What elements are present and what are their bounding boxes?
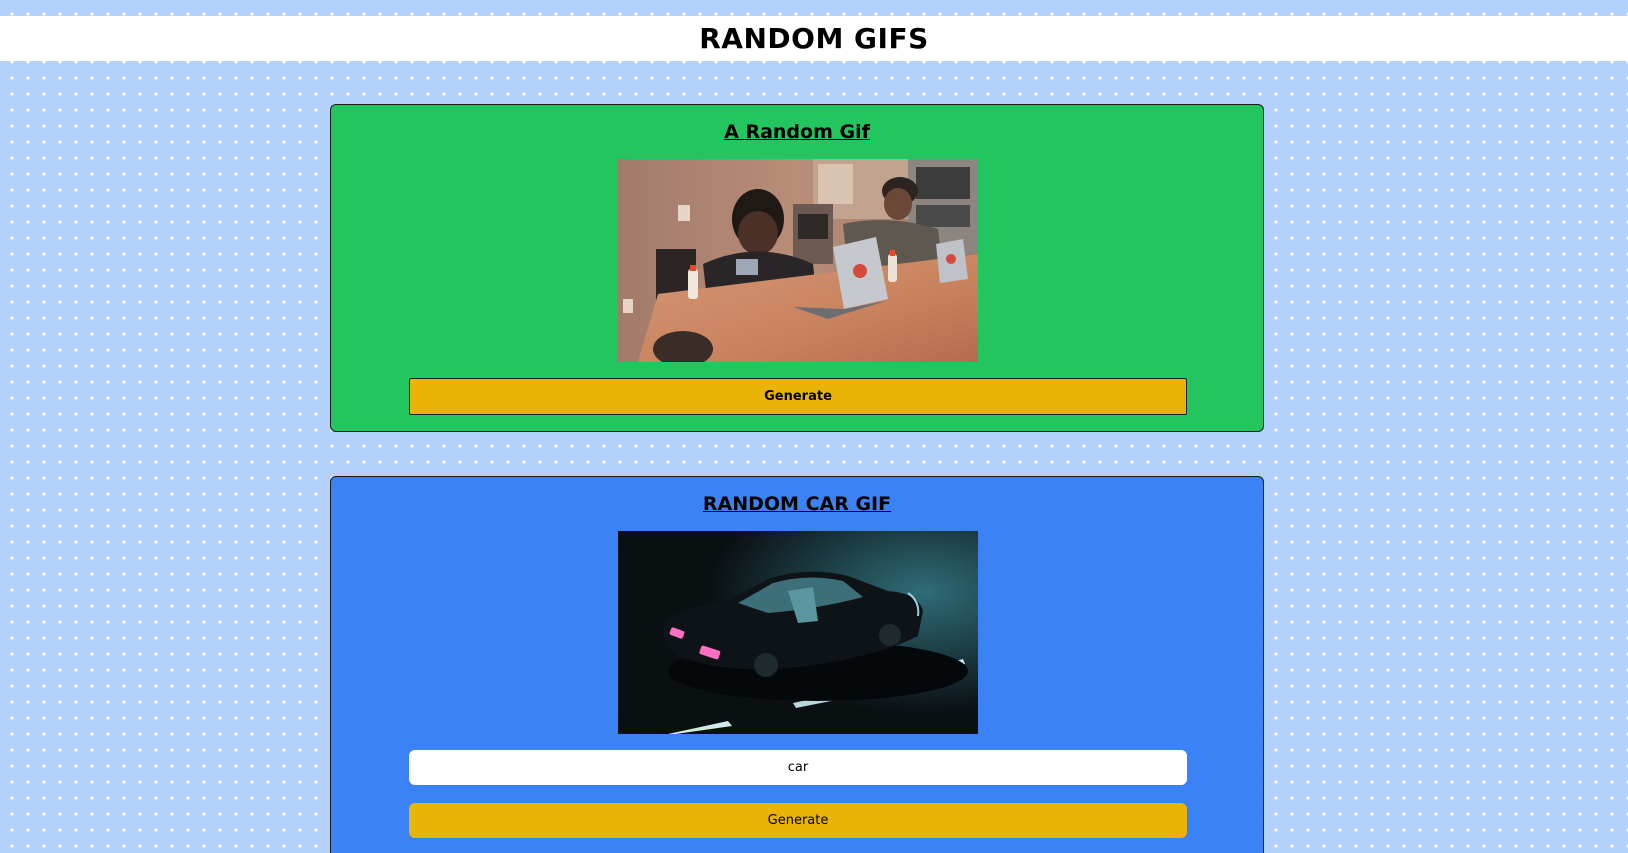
gif-tag-input[interactable] xyxy=(409,750,1187,785)
page-title: RANDOM GIFS xyxy=(699,22,929,55)
car-gif-card: RANDOM CAR GIF car Generate xyxy=(330,476,1264,853)
generate-random-gif-button[interactable]: Generate xyxy=(409,378,1187,415)
random-gif-card: A Random Gif Generate xyxy=(330,104,1264,432)
header-bar: RANDOM GIFS xyxy=(0,16,1628,61)
car-gif-title: RANDOM CAR GIF xyxy=(702,493,892,515)
generate-car-gif-button[interactable]: Generate xyxy=(409,803,1187,838)
car-gif-image xyxy=(618,531,978,734)
random-gif-title: A Random Gif xyxy=(724,121,870,143)
random-gif-image xyxy=(618,159,978,362)
